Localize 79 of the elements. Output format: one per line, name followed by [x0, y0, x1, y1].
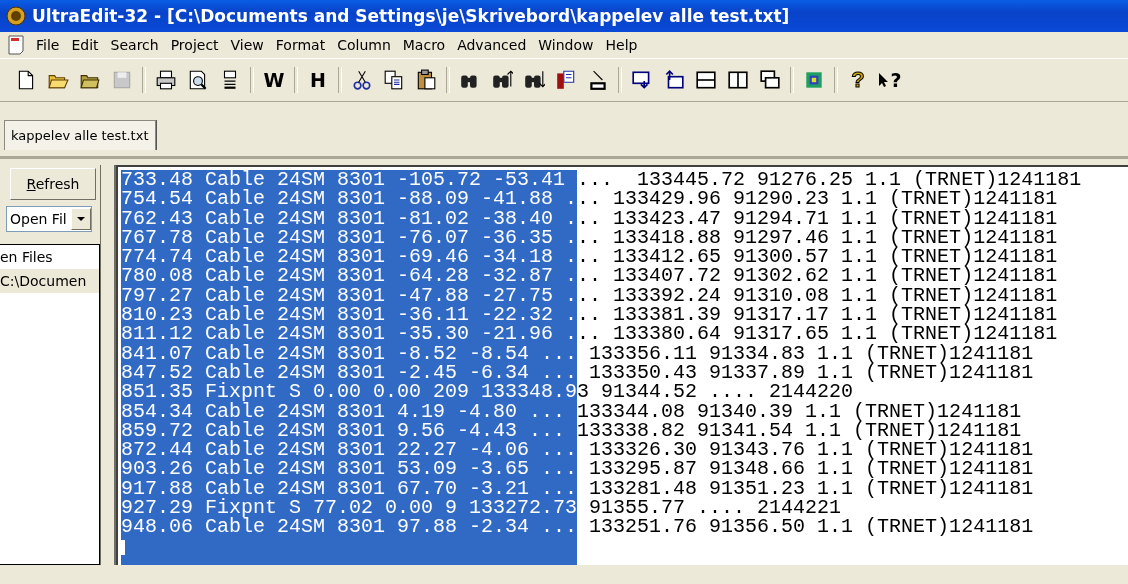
scissors-icon: [351, 69, 373, 91]
text-line: .. 133407.72 91302.62 1.1 (TRNET)1241181: [577, 266, 1058, 286]
selected-text: 754.54 Cable 24SM 8301 -88.09 -41.88 .: [121, 189, 578, 209]
text-line: 133338.82 91341.54 1.1 (TRNET)1241181: [577, 420, 1022, 441]
menu-item[interactable]: Edit: [65, 35, 105, 55]
text-line: .. 133392.24 91310.08 1.1 (TRNET)1241181: [577, 285, 1058, 306]
goto-icon: [587, 69, 609, 91]
color-icon: [803, 69, 825, 91]
printer-icon: [155, 69, 177, 91]
selected-text: 811.12 Cable 24SM 8301 -35.30 -21.96 .: [121, 324, 578, 344]
selected-text: 917.88 Cable 24SM 8301 67.70 -3.21 ...: [121, 478, 578, 499]
replace-icon: [555, 69, 577, 91]
selected-text: 903.26 Cable 24SM 8301 53.09 -3.65 ...: [121, 459, 578, 479]
selected-text: 859.72 Cable 24SM 8301 9.56 -4.43 ...: [121, 420, 578, 441]
menu-item[interactable]: View: [224, 35, 270, 55]
paste-icon: [415, 69, 437, 91]
selected-text: 733.48 Cable 24SM 8301 -105.72 -53.41: [121, 170, 578, 190]
text-line: 133350.43 91337.89 1.1 (TRNET)1241181: [588, 362, 1034, 383]
selected-text: 774.74 Cable 24SM 8301 -69.46 -34.18 .: [121, 247, 578, 267]
selected-text: 841.07 Cable 24SM 8301 -8.52 -8.54 ...: [121, 343, 578, 363]
text-line: .. 133380.64 91317.65 1.1 (TRNET)1241181: [577, 324, 1058, 344]
vertical-split-icon: [727, 69, 749, 91]
text-line: 133251.76 91356.50 1.1 (TRNET)1241181: [588, 517, 1034, 537]
menu-item[interactable]: Format: [269, 35, 332, 55]
toolbar-button[interactable]: W: [259, 65, 289, 95]
file-list-item[interactable]: C:\Documen: [0, 269, 99, 293]
text-line: .. 133412.65 91300.57 1.1 (TRNET)1241181: [577, 247, 1058, 267]
pointer-icon: [878, 72, 891, 88]
menu-item[interactable]: Advanced: [451, 35, 533, 55]
menu-item[interactable]: Search: [104, 35, 165, 55]
text-line: 133281.48 91351.23 1.1 (TRNET)1241181: [588, 478, 1034, 499]
selected-text: 851.35 Fixpnt S 0.00 0.00 209 133348.9: [121, 382, 578, 402]
menu-item[interactable]: Help: [599, 35, 644, 55]
text-line: 3 91344.52 .... 2144220: [577, 382, 854, 402]
text-cursor: [121, 539, 125, 555]
selected-text: 810.23 Cable 24SM 8301 -36.11 -22.32 .: [121, 305, 578, 325]
dropdown-arrow-icon: [76, 216, 86, 222]
menu-item[interactable]: Project: [164, 35, 225, 55]
print-preview-icon: [187, 69, 209, 91]
text-line: .. 133381.39 91317.17 1.1 (TRNET)1241181: [577, 305, 1058, 325]
text-line: 133326.30 91343.76 1.1 (TRNET)1241181: [588, 440, 1034, 460]
selected-text: 927.29 Fixpnt S 77.02 0.00 9 133272.73: [121, 498, 578, 518]
selected-text: 854.34 Cable 24SM 8301 4.19 -4.80 ...: [121, 401, 578, 421]
text-editor[interactable]: [116, 165, 1128, 565]
file-list-item[interactable]: en Files: [0, 245, 99, 269]
text-line: 133356.11 91334.83 1.1 (TRNET)1241181: [588, 343, 1034, 363]
menu-item[interactable]: Column: [331, 35, 397, 55]
previous-window-icon: [663, 69, 685, 91]
text-line: .. 133423.47 91294.71 1.1 (TRNET)1241181: [577, 208, 1058, 228]
menu-item[interactable]: Macro: [396, 35, 452, 55]
menu-item[interactable]: Window: [532, 35, 600, 55]
file-tab[interactable]: kappelev alle test.txt: [4, 120, 156, 150]
context-help-button[interactable]: ?: [875, 65, 905, 95]
help-button[interactable]: ?: [843, 65, 873, 95]
selected-text: 797.27 Cable 24SM 8301 -47.88 -27.75 .: [121, 285, 578, 306]
selected-text: 767.78 Cable 24SM 8301 -76.07 -36.35 .: [121, 227, 578, 248]
horizontal-split-icon: [695, 69, 717, 91]
toolbar-button[interactable]: H: [303, 65, 333, 95]
app-logo-icon: [6, 6, 26, 26]
open-files-dropdown[interactable]: Open Fil: [6, 206, 92, 232]
text-line: 133344.08 91340.39 1.1 (TRNET)1241181: [577, 401, 1022, 421]
text-line: 133295.87 91348.66 1.1 (TRNET)1241181: [588, 459, 1034, 479]
window-title: UltraEdit-32 - [C:\Documents and Settings\je\Skrivebord\kappelev alle test.txt]: [32, 6, 790, 26]
refresh-button[interactable]: Refresh: [10, 168, 96, 200]
find-next-icon: [523, 69, 545, 91]
cascade-windows-icon: [759, 69, 781, 91]
text-line: 91355.77 .... 2144221: [588, 498, 842, 518]
copy-icon: [383, 69, 405, 91]
text-line: .. 133418.88 91297.46 1.1 (TRNET)1241181: [577, 227, 1058, 248]
selected-text: 872.44 Cable 24SM 8301 22.27 -4.06 ...: [121, 440, 578, 460]
menu-item[interactable]: File: [30, 35, 66, 55]
selected-text: 780.08 Cable 24SM 8301 -64.28 -32.87 .: [121, 266, 578, 286]
text-line: ... 133445.72 91276.25 1.1 (TRNET)1241181: [577, 170, 1082, 190]
save-icon: [111, 69, 133, 91]
text-line: .. 133429.96 91290.23 1.1 (TRNET)1241181: [577, 189, 1058, 209]
selected-text: 948.06 Cable 24SM 8301 97.88 -2.34 ...: [121, 517, 578, 537]
selected-text: 762.43 Cable 24SM 8301 -81.02 -38.40 .: [121, 208, 578, 228]
find-previous-icon: [491, 69, 513, 91]
selected-text: 847.52 Cable 24SM 8301 -2.45 -6.34 ...: [121, 362, 578, 383]
